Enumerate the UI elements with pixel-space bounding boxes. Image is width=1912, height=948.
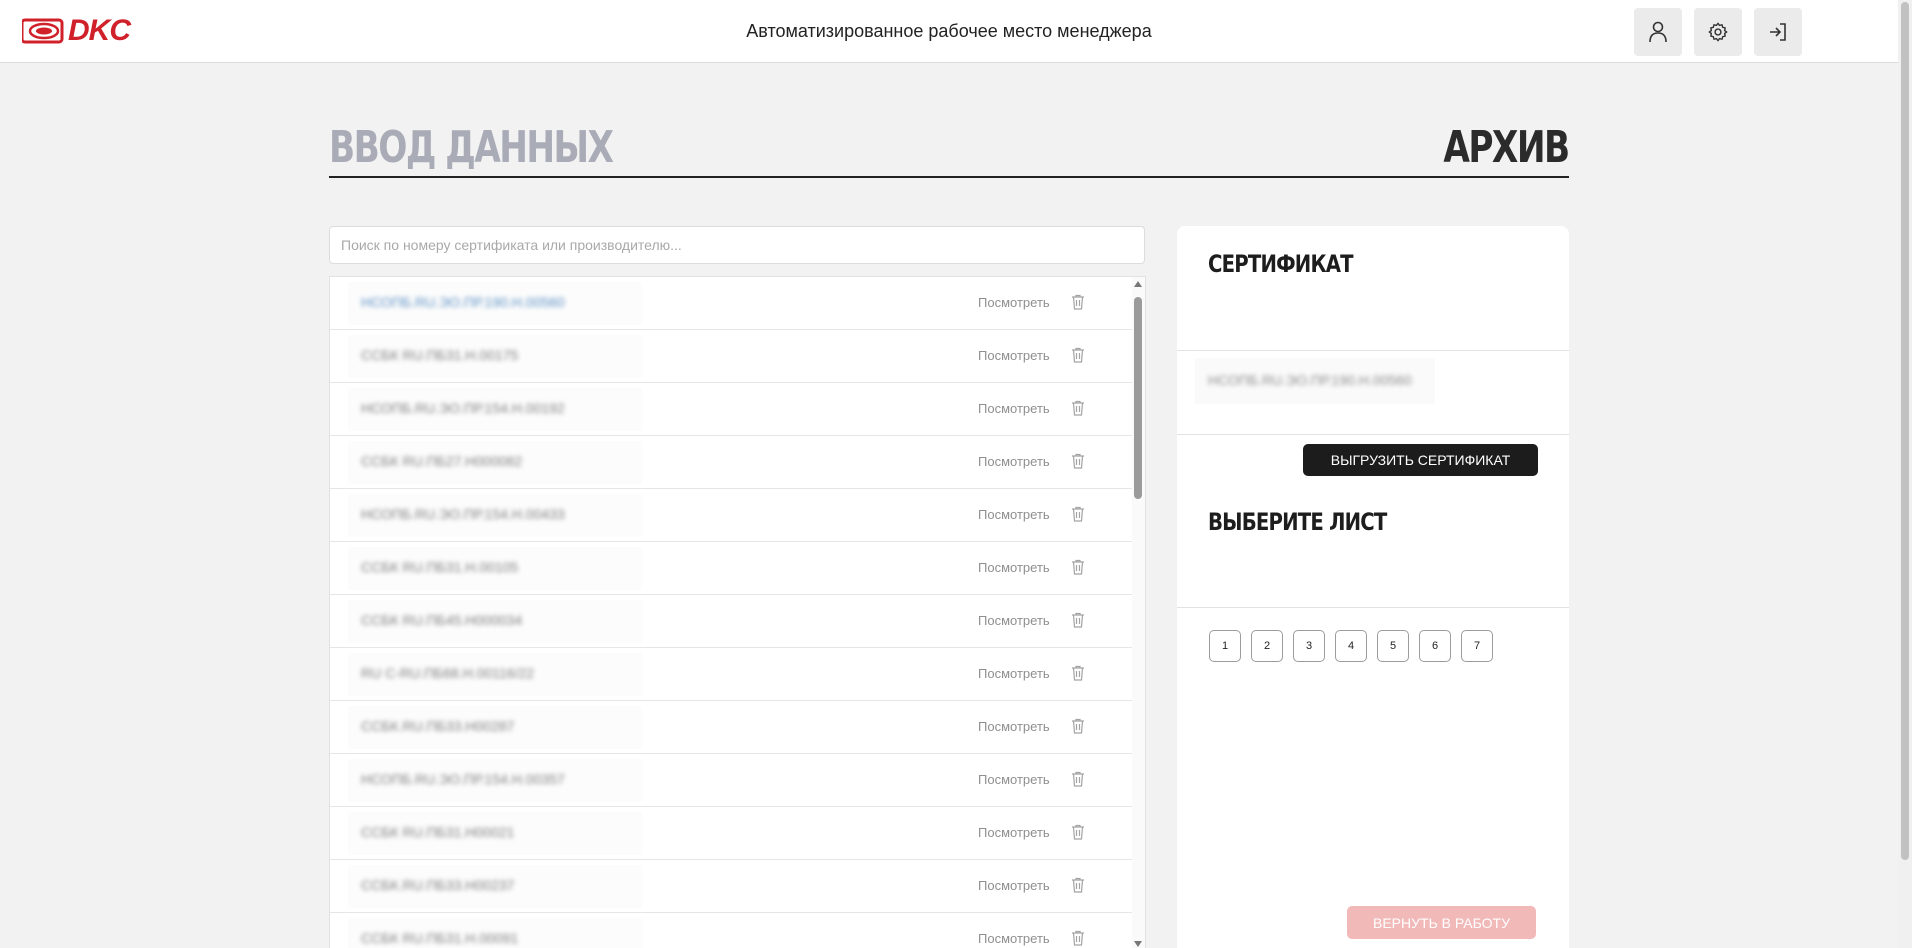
trash-icon[interactable] bbox=[1071, 400, 1085, 416]
certificate-list: НСОПБ.RU.ЭО.ПР.190.Н.00560 Посмотреть ССБК… bbox=[329, 276, 1146, 948]
trash-icon[interactable] bbox=[1071, 771, 1085, 787]
export-certificate-button[interactable]: ВЫГРУЗИТЬ СЕРТИФИКАТ bbox=[1303, 444, 1538, 476]
trash-icon[interactable] bbox=[1071, 294, 1085, 310]
list-scrollbar-thumb[interactable] bbox=[1134, 297, 1142, 499]
sheet-button[interactable]: 6 bbox=[1419, 630, 1451, 662]
view-button[interactable]: Посмотреть bbox=[978, 825, 1050, 840]
divider bbox=[1177, 350, 1569, 351]
view-button[interactable]: Посмотреть bbox=[978, 613, 1050, 628]
view-button[interactable]: Посмотреть bbox=[978, 719, 1050, 734]
list-scrollbar[interactable] bbox=[1132, 277, 1145, 948]
certificate-id[interactable]: ССБК RU.ПБ45.Н000034 bbox=[361, 612, 522, 628]
trash-icon[interactable] bbox=[1071, 665, 1085, 681]
sheet-button[interactable]: 3 bbox=[1293, 630, 1325, 662]
table-row[interactable]: ССБК.RU.ПБ33.Н00237 Посмотреть bbox=[330, 860, 1133, 913]
select-sheet-title: ВЫБЕРИТЕ ЛИСТ bbox=[1208, 508, 1387, 536]
trash-icon[interactable] bbox=[1071, 824, 1085, 840]
return-to-work-button[interactable]: ВЕРНУТЬ В РАБОТУ bbox=[1347, 906, 1536, 939]
gear-icon bbox=[1708, 22, 1728, 42]
divider bbox=[1177, 607, 1569, 608]
logout-button[interactable] bbox=[1754, 8, 1802, 56]
certificate-id[interactable]: ССБК RU.ПБ31.Н.00091 bbox=[361, 930, 518, 946]
view-button[interactable]: Посмотреть bbox=[978, 348, 1050, 363]
sheet-button[interactable]: 2 bbox=[1251, 630, 1283, 662]
app-title: Автоматизированное рабочее место менедже… bbox=[746, 21, 1152, 41]
scroll-up-arrow-icon[interactable] bbox=[1134, 281, 1142, 287]
certificate-id[interactable]: ССБК RU.ПБ31.Н.00175 bbox=[361, 347, 518, 363]
table-row[interactable]: НСОПБ.RU.ЭО.ПР.154.Н.00433 Посмотреть bbox=[330, 489, 1133, 542]
sheet-button[interactable]: 7 bbox=[1461, 630, 1493, 662]
table-row[interactable]: RU С-RU.ПБ68.Н.00116/22 Посмотреть bbox=[330, 648, 1133, 701]
view-button[interactable]: Посмотреть bbox=[978, 666, 1050, 681]
trash-icon[interactable] bbox=[1071, 559, 1085, 575]
view-button[interactable]: Посмотреть bbox=[978, 401, 1050, 416]
sheet-button[interactable]: 1 bbox=[1209, 630, 1241, 662]
sheet-selector: 1234567 bbox=[1209, 630, 1493, 662]
page-scrollbar[interactable] bbox=[1898, 0, 1912, 948]
view-button[interactable]: Посмотреть bbox=[978, 454, 1050, 469]
section-tabs: ВВОД ДАННЫХ АРХИВ bbox=[329, 112, 1571, 178]
view-button[interactable]: Посмотреть bbox=[978, 507, 1050, 522]
view-button[interactable]: Посмотреть bbox=[978, 295, 1050, 310]
table-row[interactable]: НСОПБ.RU.ЭО.ПР.154.Н.00357 Посмотреть bbox=[330, 754, 1133, 807]
scroll-down-arrow-icon[interactable] bbox=[1134, 941, 1142, 947]
certificate-id[interactable]: ССБК.RU.ПБ33.Н00287 bbox=[361, 718, 514, 734]
table-row[interactable]: ССБК RU.ПБ31.Н.00091 Посмотреть bbox=[330, 913, 1133, 948]
certificate-id[interactable]: ССБК RU.ПБ27.Н000082 bbox=[361, 453, 522, 469]
table-row[interactable]: НСОПБ.RU.ЭО.ПР.190.Н.00560 Посмотреть bbox=[330, 277, 1133, 330]
tab-data-input[interactable]: ВВОД ДАННЫХ bbox=[329, 122, 614, 174]
view-button[interactable]: Посмотреть bbox=[978, 772, 1050, 787]
trash-icon[interactable] bbox=[1071, 877, 1085, 893]
page-scrollbar-thumb[interactable] bbox=[1901, 2, 1909, 860]
user-icon bbox=[1649, 21, 1667, 43]
trash-icon[interactable] bbox=[1071, 453, 1085, 469]
table-row[interactable]: ССБК RU.ПБ31.Н.00175 Посмотреть bbox=[330, 330, 1133, 383]
view-button[interactable]: Посмотреть bbox=[978, 931, 1050, 946]
table-row[interactable]: ССБК RU.ПБ27.Н000082 Посмотреть bbox=[330, 436, 1133, 489]
trash-icon[interactable] bbox=[1071, 347, 1085, 363]
certificate-id[interactable]: RU С-RU.ПБ68.Н.00116/22 bbox=[361, 665, 534, 681]
trash-icon[interactable] bbox=[1071, 612, 1085, 628]
table-row[interactable]: ССБК RU.ПБ31.Н.00105 Посмотреть bbox=[330, 542, 1133, 595]
sheet-button[interactable]: 4 bbox=[1335, 630, 1367, 662]
view-button[interactable]: Посмотреть bbox=[978, 560, 1050, 575]
certificate-id[interactable]: ССБК RU.ПБ31.Н.00105 bbox=[361, 559, 518, 575]
table-row[interactable]: ССБК RU.ПБ31.Н00021 Посмотреть bbox=[330, 807, 1133, 860]
certificate-id[interactable]: ССБК.RU.ПБ33.Н00237 bbox=[361, 877, 514, 893]
table-row[interactable]: ССБК.RU.ПБ33.Н00287 Посмотреть bbox=[330, 701, 1133, 754]
trash-icon[interactable] bbox=[1071, 930, 1085, 946]
table-row[interactable]: ССБК RU.ПБ45.Н000034 Посмотреть bbox=[330, 595, 1133, 648]
sheet-button[interactable]: 5 bbox=[1377, 630, 1409, 662]
app-header: DKC Автоматизированное рабочее место мен… bbox=[0, 0, 1898, 63]
certificate-title: СЕРТИФИКАТ bbox=[1208, 250, 1354, 278]
trash-icon[interactable] bbox=[1071, 506, 1085, 522]
certificate-id[interactable]: НСОПБ.RU.ЭО.ПР.154.Н.00357 bbox=[361, 771, 565, 787]
settings-button[interactable] bbox=[1694, 8, 1742, 56]
certificate-id[interactable]: ССБК RU.ПБ31.Н00021 bbox=[361, 824, 514, 840]
view-button[interactable]: Посмотреть bbox=[978, 878, 1050, 893]
certificate-panel: СЕРТИФИКАТ НСОПБ.RU.ЭО.ПР.190.Н.00560 ВЫ… bbox=[1177, 226, 1569, 948]
profile-button[interactable] bbox=[1634, 8, 1682, 56]
table-row[interactable]: НСОПБ.RU.ЭО.ПР.154.Н.00192 Посмотреть bbox=[330, 383, 1133, 436]
certificate-id[interactable]: НСОПБ.RU.ЭО.ПР.154.Н.00433 bbox=[361, 506, 565, 522]
tab-archive[interactable]: АРХИВ bbox=[1444, 122, 1571, 174]
certificate-id[interactable]: НСОПБ.RU.ЭО.ПР.154.Н.00192 bbox=[361, 400, 565, 416]
certificate-id[interactable]: НСОПБ.RU.ЭО.ПР.190.Н.00560 bbox=[361, 294, 565, 310]
divider bbox=[1177, 434, 1569, 435]
selected-certificate-id: НСОПБ.RU.ЭО.ПР.190.Н.00560 bbox=[1208, 372, 1412, 388]
logout-icon bbox=[1770, 23, 1786, 41]
trash-icon[interactable] bbox=[1071, 718, 1085, 734]
search-input[interactable] bbox=[329, 226, 1145, 264]
